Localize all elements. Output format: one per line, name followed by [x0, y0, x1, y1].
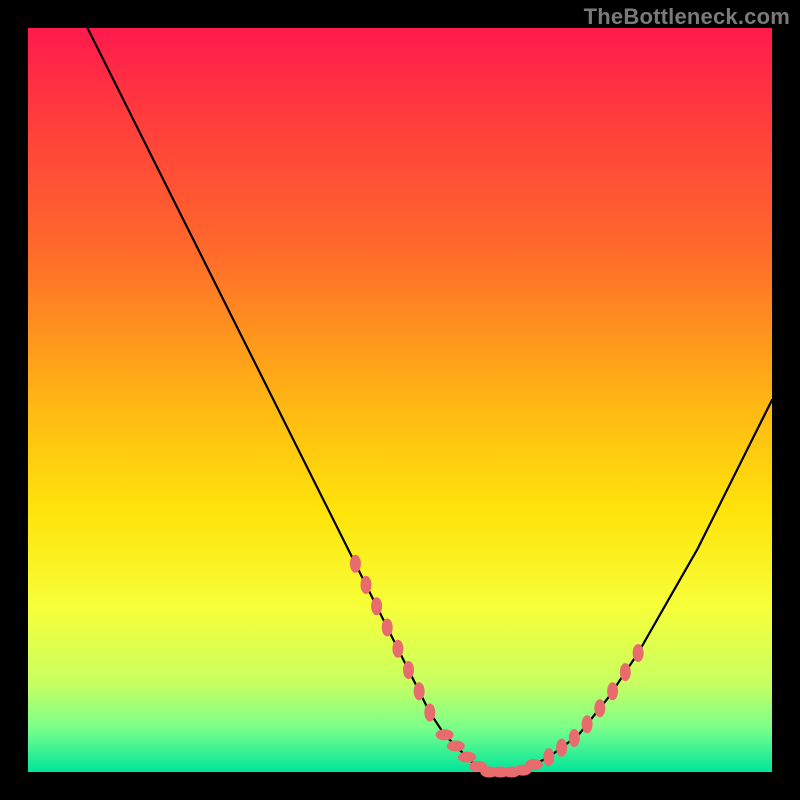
valley-marker-dot — [361, 576, 372, 594]
valley-marker-dot — [447, 741, 465, 752]
chart-frame: TheBottleneck.com — [0, 0, 800, 800]
valley-marker-dot — [371, 597, 382, 615]
valley-marker-dot — [436, 729, 454, 740]
valley-marker-dot — [543, 748, 554, 766]
valley-marker-dot — [569, 729, 580, 747]
valley-markers — [350, 555, 644, 778]
valley-marker-dot — [594, 699, 605, 717]
valley-marker-dot — [582, 715, 593, 733]
watermark-text: TheBottleneck.com — [584, 4, 790, 30]
valley-marker-dot — [525, 759, 543, 770]
valley-marker-dot — [424, 704, 435, 722]
curve-svg — [28, 28, 772, 772]
valley-marker-dot — [392, 640, 403, 658]
valley-marker-dot — [350, 555, 361, 573]
valley-marker-dot — [382, 619, 393, 637]
valley-marker-dot — [607, 682, 618, 700]
valley-marker-dot — [620, 663, 631, 681]
valley-marker-dot — [633, 644, 644, 662]
bottleneck-curve — [88, 28, 773, 772]
valley-marker-dot — [458, 752, 476, 763]
valley-marker-dot — [556, 739, 567, 757]
valley-marker-dot — [414, 682, 425, 700]
valley-marker-dot — [403, 661, 414, 679]
plot-area — [28, 28, 772, 772]
